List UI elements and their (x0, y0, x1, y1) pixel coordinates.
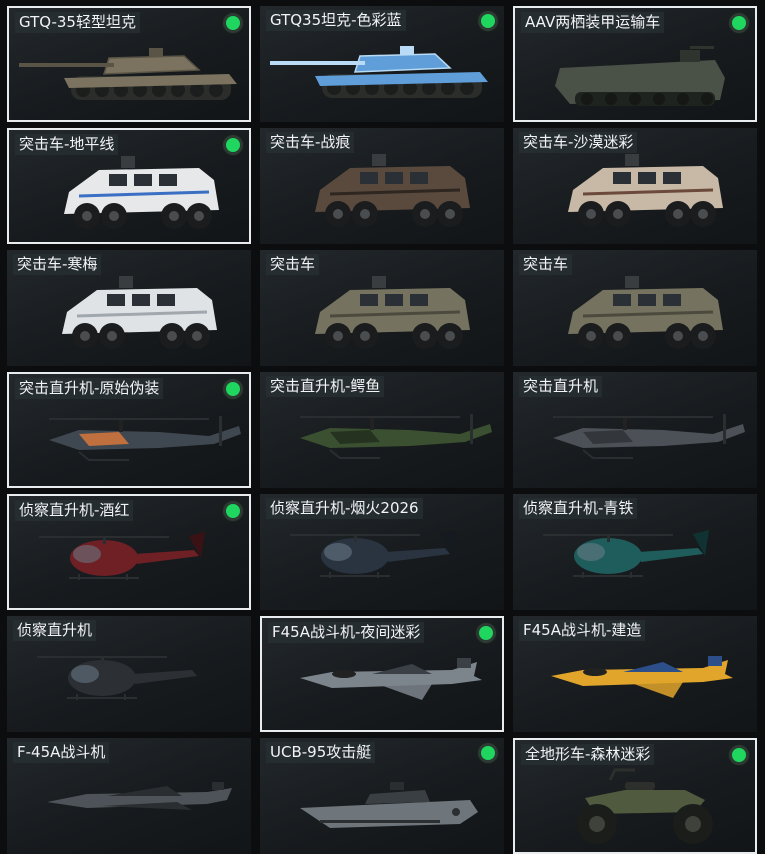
vehicle-name: AAV两栖装甲运输车 (521, 12, 665, 33)
vehicle-card[interactable]: GTQ-35轻型坦克 (7, 6, 251, 122)
vehicle-card[interactable]: 突击直升机-原始伪装 (7, 372, 251, 488)
vehicle-name: 侦察直升机-烟火2026 (266, 498, 423, 519)
owned-indicator-icon (223, 13, 243, 33)
vehicle-name: 侦察直升机 (13, 620, 97, 641)
vehicle-name: 突击车-沙漠迷彩 (519, 132, 638, 153)
vehicle-name: 全地形车-森林迷彩 (521, 744, 655, 765)
vehicle-name: UCB-95攻击艇 (266, 742, 376, 763)
vehicle-card[interactable]: 侦察直升机 (7, 616, 251, 732)
owned-indicator-icon (478, 743, 498, 763)
vehicle-card[interactable]: 侦察直升机-酒红 (7, 494, 251, 610)
vehicle-card[interactable]: F45A战斗机-建造 (513, 616, 757, 732)
vehicle-name: 突击车 (266, 254, 320, 275)
vehicle-card[interactable]: 突击直升机 (513, 372, 757, 488)
vehicle-name: F-45A战斗机 (13, 742, 110, 763)
vehicle-card[interactable]: 突击车-战痕 (260, 128, 504, 244)
vehicle-name: 突击车-地平线 (15, 134, 119, 155)
vehicle-name: 突击车-战痕 (266, 132, 355, 153)
owned-indicator-icon (476, 623, 496, 643)
owned-indicator-icon (223, 501, 243, 521)
vehicle-card[interactable]: F-45A战斗机 (7, 738, 251, 854)
owned-indicator-icon (223, 135, 243, 155)
vehicle-name: GTQ-35轻型坦克 (15, 12, 140, 33)
vehicle-name: 突击直升机-鳄鱼 (266, 376, 385, 397)
vehicle-name: F45A战斗机-夜间迷彩 (268, 622, 425, 643)
vehicle-card[interactable]: UCB-95攻击艇 (260, 738, 504, 854)
vehicle-skin-grid: GTQ-35轻型坦克 GTQ35坦克-色彩蓝 AAV两栖装甲运输车 突击车-地平线 突击… (0, 0, 765, 854)
vehicle-name: 突击直升机 (519, 376, 603, 397)
vehicle-name: F45A战斗机-建造 (519, 620, 646, 641)
vehicle-card[interactable]: AAV两栖装甲运输车 (513, 6, 757, 122)
vehicle-card[interactable]: 突击车 (260, 250, 504, 366)
vehicle-card[interactable]: 突击车 (513, 250, 757, 366)
vehicle-card[interactable]: 突击直升机-鳄鱼 (260, 372, 504, 488)
owned-indicator-icon (729, 13, 749, 33)
vehicle-card[interactable]: F45A战斗机-夜间迷彩 (260, 616, 504, 732)
vehicle-name: 突击车-寒梅 (13, 254, 102, 275)
vehicle-card[interactable]: 侦察直升机-烟火2026 (260, 494, 504, 610)
owned-indicator-icon (478, 11, 498, 31)
vehicle-card[interactable]: 突击车-寒梅 (7, 250, 251, 366)
vehicle-card[interactable]: 突击车-地平线 (7, 128, 251, 244)
owned-indicator-icon (223, 379, 243, 399)
owned-indicator-icon (729, 745, 749, 765)
vehicle-name: 突击车 (519, 254, 573, 275)
vehicle-name: 侦察直升机-青铁 (519, 498, 638, 519)
vehicle-card[interactable]: 侦察直升机-青铁 (513, 494, 757, 610)
vehicle-name: 突击直升机-原始伪装 (15, 378, 164, 399)
vehicle-card[interactable]: 突击车-沙漠迷彩 (513, 128, 757, 244)
vehicle-name: GTQ35坦克-色彩蓝 (266, 10, 406, 31)
vehicle-card[interactable]: 全地形车-森林迷彩 (513, 738, 757, 854)
vehicle-card[interactable]: GTQ35坦克-色彩蓝 (260, 6, 504, 122)
vehicle-name: 侦察直升机-酒红 (15, 500, 134, 521)
